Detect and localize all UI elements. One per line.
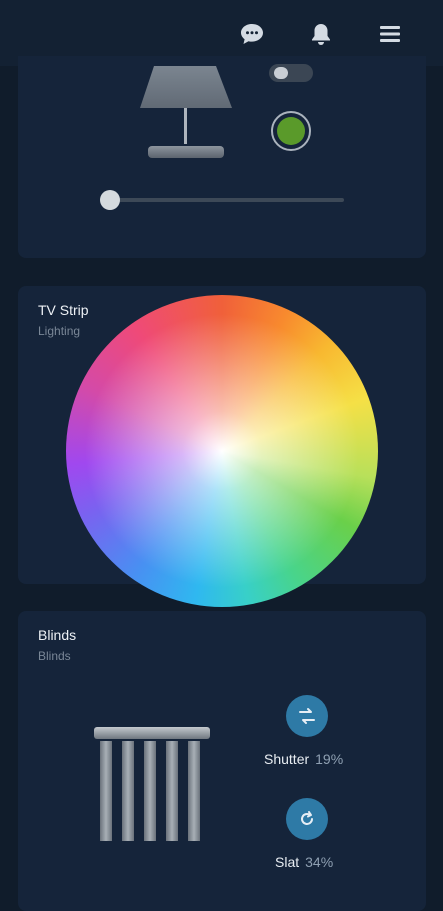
- blinds-icon: [94, 727, 210, 841]
- power-toggle[interactable]: [269, 64, 313, 82]
- color-wheel[interactable]: [66, 295, 378, 607]
- brightness-slider-thumb[interactable]: [100, 190, 120, 210]
- menu-icon[interactable]: [376, 20, 404, 48]
- card-subtitle: Blinds: [38, 649, 71, 663]
- slat-label: Slat: [275, 854, 300, 870]
- chat-bubble-icon[interactable]: [238, 20, 266, 48]
- blinds-card: Blinds Blinds Shutter 19% Slat 34%: [18, 611, 426, 911]
- swap-arrows-icon: [299, 708, 315, 724]
- slat-button[interactable]: [286, 798, 328, 840]
- bell-icon[interactable]: [307, 20, 335, 48]
- shutter-label: Shutter: [264, 751, 310, 767]
- rotate-icon: [301, 811, 313, 825]
- lamp-icon: [140, 66, 232, 158]
- toggle-knob: [274, 67, 288, 79]
- color-swatch-button[interactable]: [271, 111, 311, 151]
- card-subtitle: Lighting: [38, 324, 81, 338]
- slat-status: Slat 34%: [275, 854, 333, 870]
- slat-value: 34%: [305, 854, 334, 870]
- shutter-button[interactable]: [286, 695, 328, 737]
- card-title: TV Strip: [38, 302, 89, 318]
- brightness-slider[interactable]: [100, 190, 344, 210]
- shutter-status: Shutter 19%: [264, 751, 343, 767]
- shutter-value: 19%: [315, 751, 344, 767]
- lamp-card: [18, 56, 426, 258]
- color-swatch: [277, 117, 305, 145]
- card-title: Blinds: [38, 627, 77, 643]
